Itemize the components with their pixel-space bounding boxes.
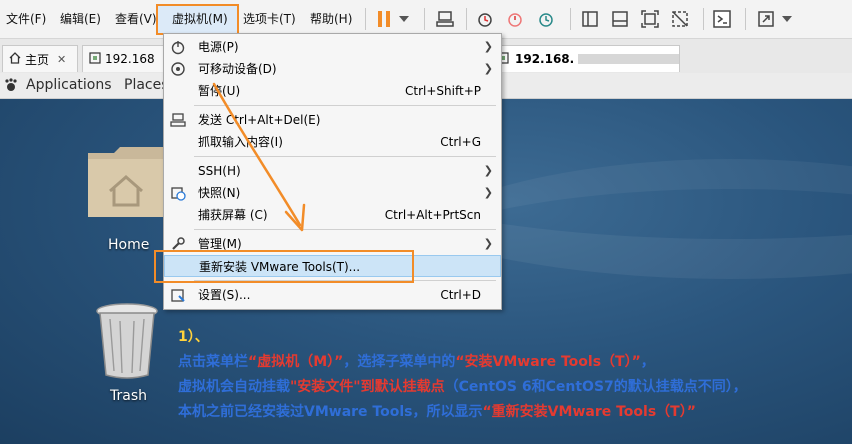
annotation-arrow — [212, 82, 306, 232]
